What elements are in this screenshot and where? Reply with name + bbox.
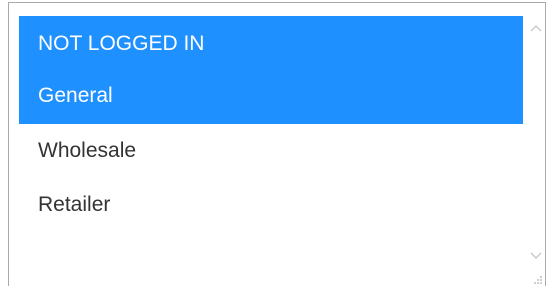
option-retailer[interactable]: Retailer: [19, 178, 523, 232]
option-wholesale[interactable]: Wholesale: [19, 124, 523, 178]
chevron-down-icon[interactable]: [527, 249, 545, 267]
chevron-up-icon[interactable]: [527, 21, 545, 39]
option-not-logged-in[interactable]: NOT LOGGED IN: [19, 16, 523, 72]
options-list: NOT LOGGED IN General Wholesale Retailer: [19, 16, 523, 232]
option-general[interactable]: General: [19, 72, 523, 124]
customer-group-multiselect[interactable]: NOT LOGGED IN General Wholesale Retailer: [8, 2, 546, 286]
resize-grip-icon[interactable]: [531, 272, 543, 284]
vertical-scrollbar[interactable]: [527, 3, 545, 267]
